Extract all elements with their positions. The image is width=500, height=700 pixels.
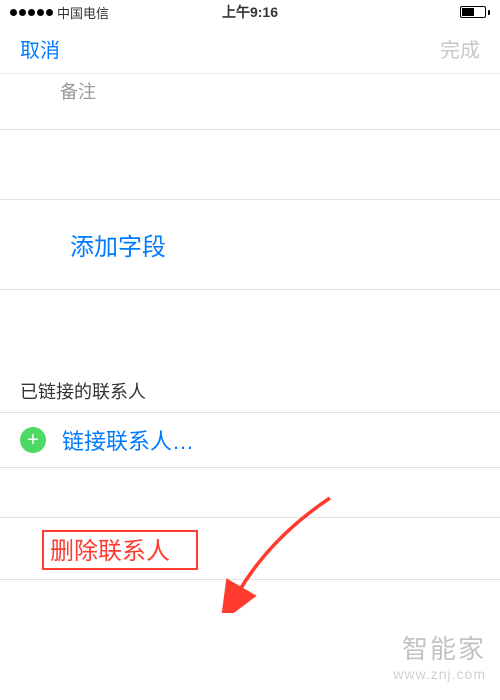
- link-contact-label: 链接联系人…: [62, 424, 194, 456]
- empty-row: [0, 130, 500, 200]
- link-contact-row[interactable]: + 链接联系人…: [0, 412, 500, 468]
- delete-contact-label: 删除联系人: [50, 531, 170, 566]
- watermark-brand: 智能家: [393, 629, 486, 666]
- linked-contacts-header: 已链接的联系人: [0, 370, 500, 412]
- watermark: 智能家 www.znj.com: [393, 629, 486, 682]
- carrier-label: 中国电信: [57, 3, 109, 22]
- add-field-row[interactable]: 添加字段: [0, 200, 500, 290]
- done-button[interactable]: 完成: [440, 34, 480, 63]
- status-time: 上午9:16: [222, 2, 278, 22]
- gap: [0, 468, 500, 518]
- add-field-label: 添加字段: [20, 227, 166, 262]
- cancel-button[interactable]: 取消: [20, 34, 60, 63]
- watermark-url: www.znj.com: [393, 666, 486, 682]
- status-left: 中国电信: [10, 3, 109, 22]
- battery-icon: [460, 6, 490, 18]
- signal-strength-icon: [10, 9, 53, 16]
- delete-contact-row[interactable]: 删除联系人: [0, 518, 500, 580]
- notes-field-label[interactable]: 备注: [0, 74, 500, 130]
- content-area: 备注 添加字段 已链接的联系人 + 链接联系人… 删除联系人: [0, 74, 500, 580]
- section-gap: [0, 290, 500, 370]
- plus-icon: +: [20, 427, 46, 453]
- nav-bar: 取消 完成: [0, 24, 500, 74]
- status-bar: 中国电信 上午9:16: [0, 0, 500, 24]
